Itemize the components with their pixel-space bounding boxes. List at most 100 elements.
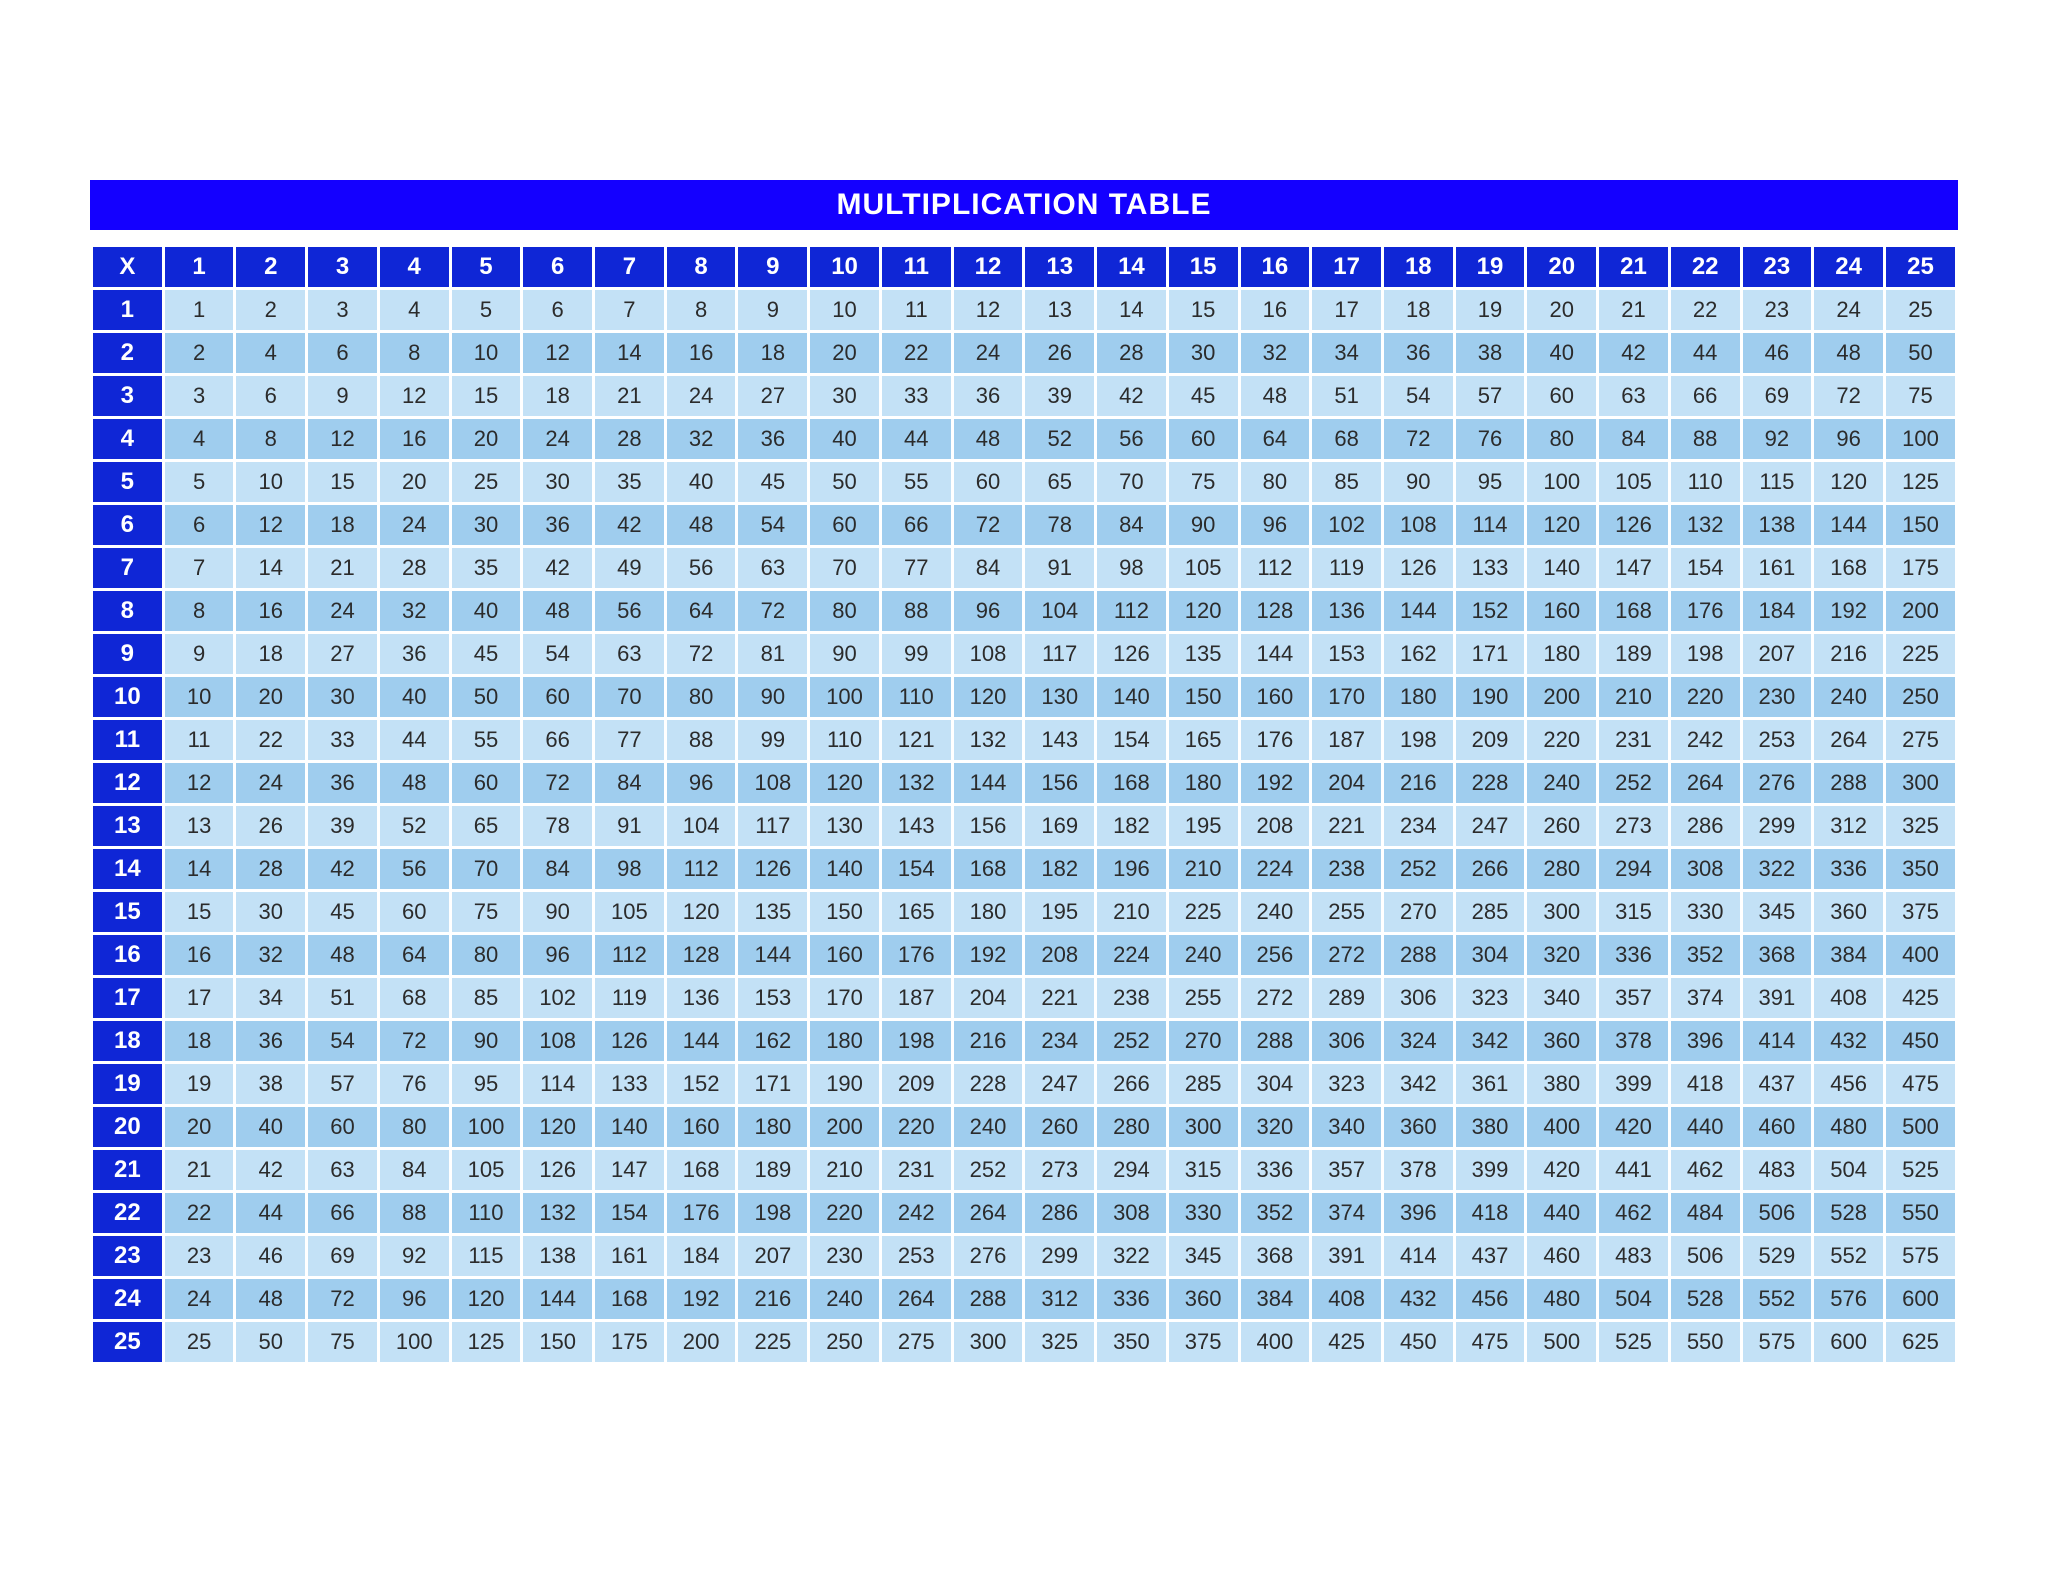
table-cell: 525 xyxy=(1886,1150,1955,1190)
table-cell: 32 xyxy=(236,935,305,975)
col-header: 8 xyxy=(667,247,736,287)
table-cell: 153 xyxy=(1312,634,1381,674)
table-cell: 198 xyxy=(1671,634,1740,674)
table-cell: 196 xyxy=(1097,849,1166,889)
table-cell: 72 xyxy=(1814,376,1883,416)
table-cell: 92 xyxy=(1743,419,1812,459)
table-cell: 65 xyxy=(452,806,521,846)
table-cell: 30 xyxy=(523,462,592,502)
table-cell: 399 xyxy=(1456,1150,1525,1190)
table-cell: 125 xyxy=(452,1322,521,1362)
row-header: 12 xyxy=(93,763,162,803)
row-header: 15 xyxy=(93,892,162,932)
table-cell: 352 xyxy=(1671,935,1740,975)
table-cell: 575 xyxy=(1886,1236,1955,1276)
table-cell: 88 xyxy=(380,1193,449,1233)
table-cell: 12 xyxy=(380,376,449,416)
table-cell: 325 xyxy=(1886,806,1955,846)
table-cell: 24 xyxy=(523,419,592,459)
table-cell: 50 xyxy=(236,1322,305,1362)
table-cell: 11 xyxy=(882,290,951,330)
table-cell: 75 xyxy=(452,892,521,932)
table-cell: 625 xyxy=(1886,1322,1955,1362)
table-cell: 224 xyxy=(1241,849,1310,889)
table-cell: 306 xyxy=(1384,978,1453,1018)
table-cell: 46 xyxy=(1743,333,1812,373)
table-cell: 84 xyxy=(380,1150,449,1190)
table-cell: 150 xyxy=(1886,505,1955,545)
table-cell: 230 xyxy=(810,1236,879,1276)
col-header: 15 xyxy=(1169,247,1238,287)
table-cell: 24 xyxy=(954,333,1023,373)
table-cell: 104 xyxy=(667,806,736,846)
table-cell: 432 xyxy=(1814,1021,1883,1061)
table-cell: 56 xyxy=(1097,419,1166,459)
table-cell: 39 xyxy=(1025,376,1094,416)
table-cell: 200 xyxy=(810,1107,879,1147)
table-cell: 8 xyxy=(667,290,736,330)
table-cell: 84 xyxy=(1097,505,1166,545)
row-header: 5 xyxy=(93,462,162,502)
table-cell: 70 xyxy=(452,849,521,889)
table-cell: 112 xyxy=(595,935,664,975)
table-cell: 180 xyxy=(738,1107,807,1147)
table-cell: 30 xyxy=(1169,333,1238,373)
table-cell: 380 xyxy=(1527,1064,1596,1104)
table-cell: 140 xyxy=(810,849,879,889)
table-cell: 102 xyxy=(523,978,592,1018)
table-cell: 440 xyxy=(1527,1193,1596,1233)
table-cell: 81 xyxy=(738,634,807,674)
table-cell: 56 xyxy=(380,849,449,889)
table-cell: 152 xyxy=(1456,591,1525,631)
table-cell: 120 xyxy=(523,1107,592,1147)
table-cell: 9 xyxy=(308,376,377,416)
table-cell: 32 xyxy=(380,591,449,631)
table-cell: 54 xyxy=(1384,376,1453,416)
table-cell: 483 xyxy=(1599,1236,1668,1276)
table-cell: 120 xyxy=(1527,505,1596,545)
table-cell: 72 xyxy=(308,1279,377,1319)
table-cell: 45 xyxy=(452,634,521,674)
table-cell: 330 xyxy=(1169,1193,1238,1233)
table-cell: 300 xyxy=(1886,763,1955,803)
table-cell: 368 xyxy=(1241,1236,1310,1276)
table-cell: 80 xyxy=(1527,419,1596,459)
table-cell: 96 xyxy=(954,591,1023,631)
table-cell: 76 xyxy=(380,1064,449,1104)
table-cell: 160 xyxy=(1241,677,1310,717)
table-cell: 17 xyxy=(165,978,234,1018)
table-cell: 234 xyxy=(1025,1021,1094,1061)
table-cell: 52 xyxy=(380,806,449,846)
table-cell: 340 xyxy=(1312,1107,1381,1147)
table-cell: 78 xyxy=(1025,505,1094,545)
table-cell: 306 xyxy=(1312,1021,1381,1061)
table-cell: 108 xyxy=(523,1021,592,1061)
table-cell: 28 xyxy=(1097,333,1166,373)
table-cell: 57 xyxy=(308,1064,377,1104)
table-cell: 114 xyxy=(523,1064,592,1104)
table-cell: 475 xyxy=(1456,1322,1525,1362)
table-cell: 112 xyxy=(1097,591,1166,631)
table-cell: 270 xyxy=(1169,1021,1238,1061)
table-cell: 51 xyxy=(1312,376,1381,416)
table-cell: 42 xyxy=(1097,376,1166,416)
table-cell: 33 xyxy=(882,376,951,416)
table-cell: 336 xyxy=(1097,1279,1166,1319)
table-cell: 198 xyxy=(738,1193,807,1233)
table-cell: 38 xyxy=(1456,333,1525,373)
table-cell: 396 xyxy=(1384,1193,1453,1233)
row-header: 16 xyxy=(93,935,162,975)
table-cell: 24 xyxy=(236,763,305,803)
table-cell: 51 xyxy=(308,978,377,1018)
table-cell: 120 xyxy=(1169,591,1238,631)
table-cell: 6 xyxy=(236,376,305,416)
row-header: 4 xyxy=(93,419,162,459)
table-cell: 418 xyxy=(1456,1193,1525,1233)
table-cell: 112 xyxy=(1241,548,1310,588)
table-cell: 450 xyxy=(1886,1021,1955,1061)
table-cell: 21 xyxy=(595,376,664,416)
table-cell: 147 xyxy=(595,1150,664,1190)
table-cell: 54 xyxy=(308,1021,377,1061)
table-cell: 49 xyxy=(595,548,664,588)
table-cell: 14 xyxy=(165,849,234,889)
